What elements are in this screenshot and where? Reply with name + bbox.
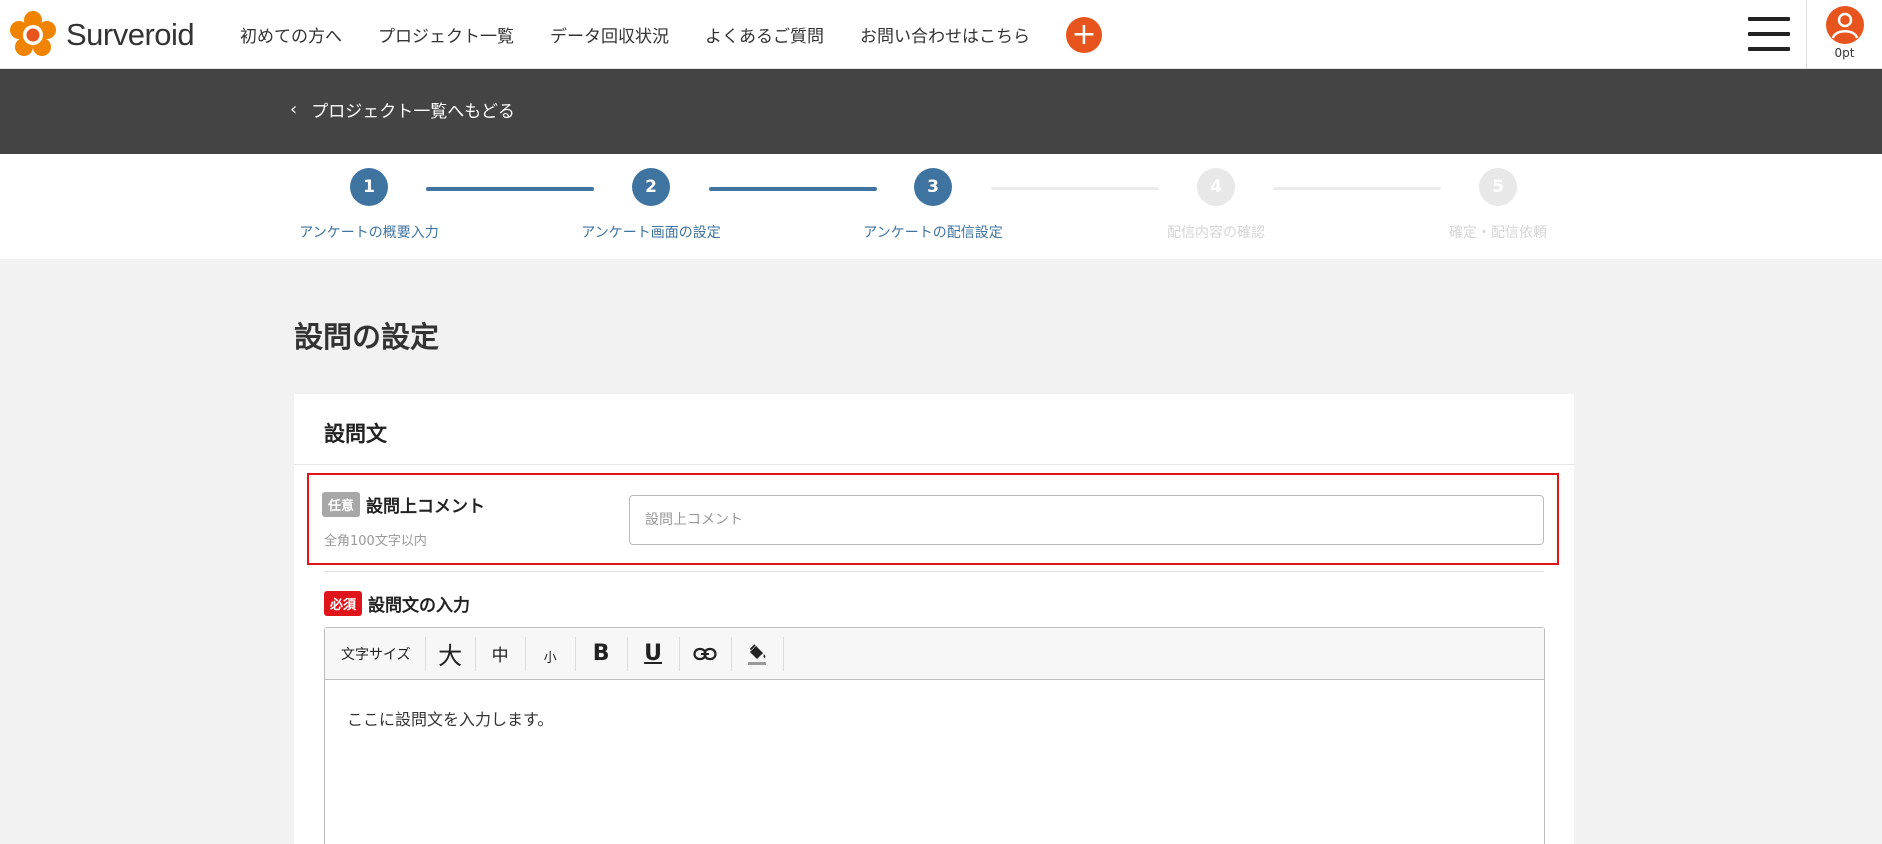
step-3-circle: 3	[914, 168, 952, 206]
user-avatar-icon	[1825, 6, 1864, 44]
card-title: 設問文	[324, 422, 387, 446]
back-link-label: プロジェクト一覧へもどる	[311, 102, 515, 122]
underline-icon: U	[644, 641, 663, 666]
top-header: Surveroid 初めての方へ プロジェクト一覧 データ回収状況 よくあるご質…	[0, 0, 1882, 69]
comment-field-hint: 全角100文字以内	[324, 534, 427, 549]
bold-icon: B	[592, 641, 610, 666]
points-label: 0pt	[1834, 46, 1855, 60]
step-4-label: 配信内容の確認	[1167, 225, 1265, 241]
underline-button[interactable]: U	[628, 636, 680, 671]
page-title: 設問の設定	[294, 320, 440, 354]
editor-toolbar: 文字サイズ 大 中 小 B U	[325, 628, 1544, 680]
back-to-projects-link[interactable]: ‹ プロジェクト一覧へもどる	[290, 97, 515, 122]
step-5-label: 確定・配信依頼	[1449, 225, 1547, 241]
question-card: 設問文 任意 設問上コメント 全角100文字以内 必須 設問文の入力 文字サイズ…	[294, 394, 1574, 844]
rich-text-editor: 文字サイズ 大 中 小 B U ここに設問文を入力します。	[324, 627, 1545, 844]
step-connector-2	[709, 187, 877, 191]
step-connector-4	[1273, 187, 1441, 190]
font-size-medium-button[interactable]: 中	[476, 636, 526, 671]
nav-faq[interactable]: よくあるご質問	[705, 22, 824, 47]
font-size-large-button[interactable]: 大	[426, 636, 476, 671]
logo-flower-icon	[10, 11, 56, 56]
question-field-label: 設問文の入力	[368, 596, 471, 616]
fill-color-button[interactable]	[732, 636, 784, 671]
link-icon	[693, 647, 717, 660]
bold-button[interactable]: B	[576, 636, 628, 671]
comment-field-header: 任意 設問上コメント	[322, 492, 485, 517]
step-1-label: アンケートの概要入力	[299, 225, 439, 241]
font-size-small-button[interactable]: 小	[526, 636, 576, 671]
card-divider	[294, 464, 1574, 465]
chevron-left-icon: ‹	[290, 99, 298, 120]
step-connector-1	[426, 187, 594, 191]
nav-first-time[interactable]: 初めての方へ	[240, 22, 342, 47]
comment-field-label: 設問上コメント	[366, 497, 486, 517]
required-badge: 必須	[324, 591, 363, 616]
optional-badge: 任意	[322, 492, 361, 517]
back-bar: ‹ プロジェクト一覧へもどる	[0, 69, 1882, 154]
plus-icon: +	[1071, 16, 1097, 52]
comment-input[interactable]	[629, 495, 1544, 545]
editor-content[interactable]: ここに設問文を入力します。	[325, 680, 1544, 756]
step-2-label: アンケート画面の設定	[581, 225, 721, 241]
user-menu[interactable]: 0pt	[1806, 0, 1882, 69]
step-connector-3	[991, 187, 1159, 190]
paint-bucket-icon	[748, 643, 767, 665]
step-3-label: アンケートの配信設定	[863, 225, 1003, 241]
step-1-circle: 1	[350, 168, 388, 206]
step-4-circle: 4	[1197, 168, 1235, 206]
question-field-header: 必須 設問文の入力	[324, 591, 470, 616]
menu-icon[interactable]	[1748, 17, 1790, 51]
step-2-circle: 2	[632, 168, 670, 206]
logo[interactable]: Surveroid	[8, 10, 195, 60]
nav-data-collection[interactable]: データ回収状況	[550, 22, 669, 47]
brand-name: Surveroid	[66, 17, 195, 52]
nav-contact[interactable]: お問い合わせはこちら	[860, 22, 1030, 47]
link-button[interactable]	[680, 636, 732, 671]
step-5-circle: 5	[1479, 168, 1517, 206]
font-size-label: 文字サイズ	[331, 636, 426, 671]
field-separator	[324, 571, 1544, 572]
progress-steps: 1 2 3 4 5 アンケートの概要入力 アンケート画面の設定 アンケートの配信…	[0, 154, 1882, 259]
main-nav: 初めての方へ プロジェクト一覧 データ回収状況 よくあるご質問 お問い合わせはこ…	[240, 0, 1102, 69]
nav-projects[interactable]: プロジェクト一覧	[378, 22, 514, 47]
new-project-button[interactable]: +	[1066, 16, 1102, 53]
